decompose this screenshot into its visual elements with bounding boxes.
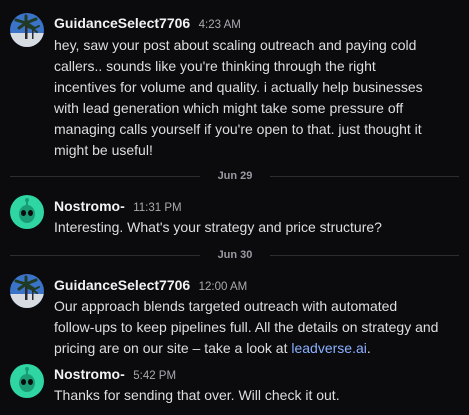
- divider-rule: [270, 255, 459, 256]
- message-line: Interesting. What's your strategy and pr…: [54, 219, 382, 235]
- timestamp: 5:42 PM: [133, 370, 177, 382]
- divider-rule: [10, 255, 200, 256]
- message-body: hey, saw your post about scaling outreac…: [54, 35, 464, 161]
- message-line: with lead generation which might take so…: [54, 100, 404, 116]
- message-text: pricing are on our site – take a look at: [54, 340, 292, 356]
- message-header: Nostromo- 5:42 PM: [54, 366, 176, 384]
- chat-thread: GuidanceSelect7706 4:23 AM hey, saw your…: [0, 0, 469, 415]
- message-line: hey, saw your post about scaling outreac…: [54, 37, 417, 53]
- message-line: incentives for volume and quality. i act…: [54, 79, 423, 95]
- date-label: Jun 30: [217, 249, 253, 261]
- message-header: GuidanceSelect7706 4:23 AM: [54, 15, 241, 33]
- message-body: Our approach blends targeted outreach wi…: [54, 296, 464, 359]
- username[interactable]: Nostromo-: [54, 198, 125, 214]
- message-line: Thanks for sending that over. Will check…: [54, 387, 340, 403]
- date-divider: Jun 30: [0, 247, 469, 263]
- message-line: managing calls yourself if you're open t…: [54, 121, 422, 137]
- message-header: Nostromo- 11:31 PM: [54, 198, 182, 216]
- timestamp: 11:31 PM: [133, 202, 182, 214]
- username[interactable]: Nostromo-: [54, 366, 125, 382]
- message-header: GuidanceSelect7706 12:00 AM: [54, 277, 247, 295]
- message-body: Thanks for sending that over. Will check…: [54, 385, 464, 406]
- username[interactable]: GuidanceSelect7706: [54, 277, 190, 293]
- message-line: callers.. sounds like you're thinking th…: [54, 58, 376, 74]
- timestamp: 4:23 AM: [198, 19, 241, 31]
- divider-rule: [270, 176, 459, 177]
- divider-rule: [10, 176, 200, 177]
- message-body: Interesting. What's your strategy and pr…: [54, 217, 464, 238]
- date-label: Jun 29: [217, 170, 253, 182]
- alien-avatar-icon: [10, 195, 44, 229]
- palm-tree-avatar-icon: [10, 13, 44, 47]
- message-line: Our approach blends targeted outreach wi…: [54, 298, 398, 314]
- alien-avatar-icon: [10, 364, 44, 398]
- username[interactable]: GuidanceSelect7706: [54, 15, 190, 31]
- website-link[interactable]: leadverse.ai: [291, 340, 367, 356]
- message-line: pricing are on our site – take a look at…: [54, 338, 464, 359]
- user-avatar[interactable]: [10, 364, 44, 398]
- message-line: might be useful!: [54, 142, 153, 158]
- message-text: .: [366, 340, 371, 356]
- date-divider: Jun 29: [0, 168, 469, 184]
- message-line: follow-ups to keep pipelines full. All t…: [54, 319, 439, 335]
- palm-tree-avatar-icon: [10, 274, 44, 308]
- timestamp: 12:00 AM: [198, 281, 248, 293]
- user-avatar[interactable]: [10, 195, 44, 229]
- user-avatar[interactable]: [10, 13, 44, 47]
- user-avatar[interactable]: [10, 274, 44, 308]
